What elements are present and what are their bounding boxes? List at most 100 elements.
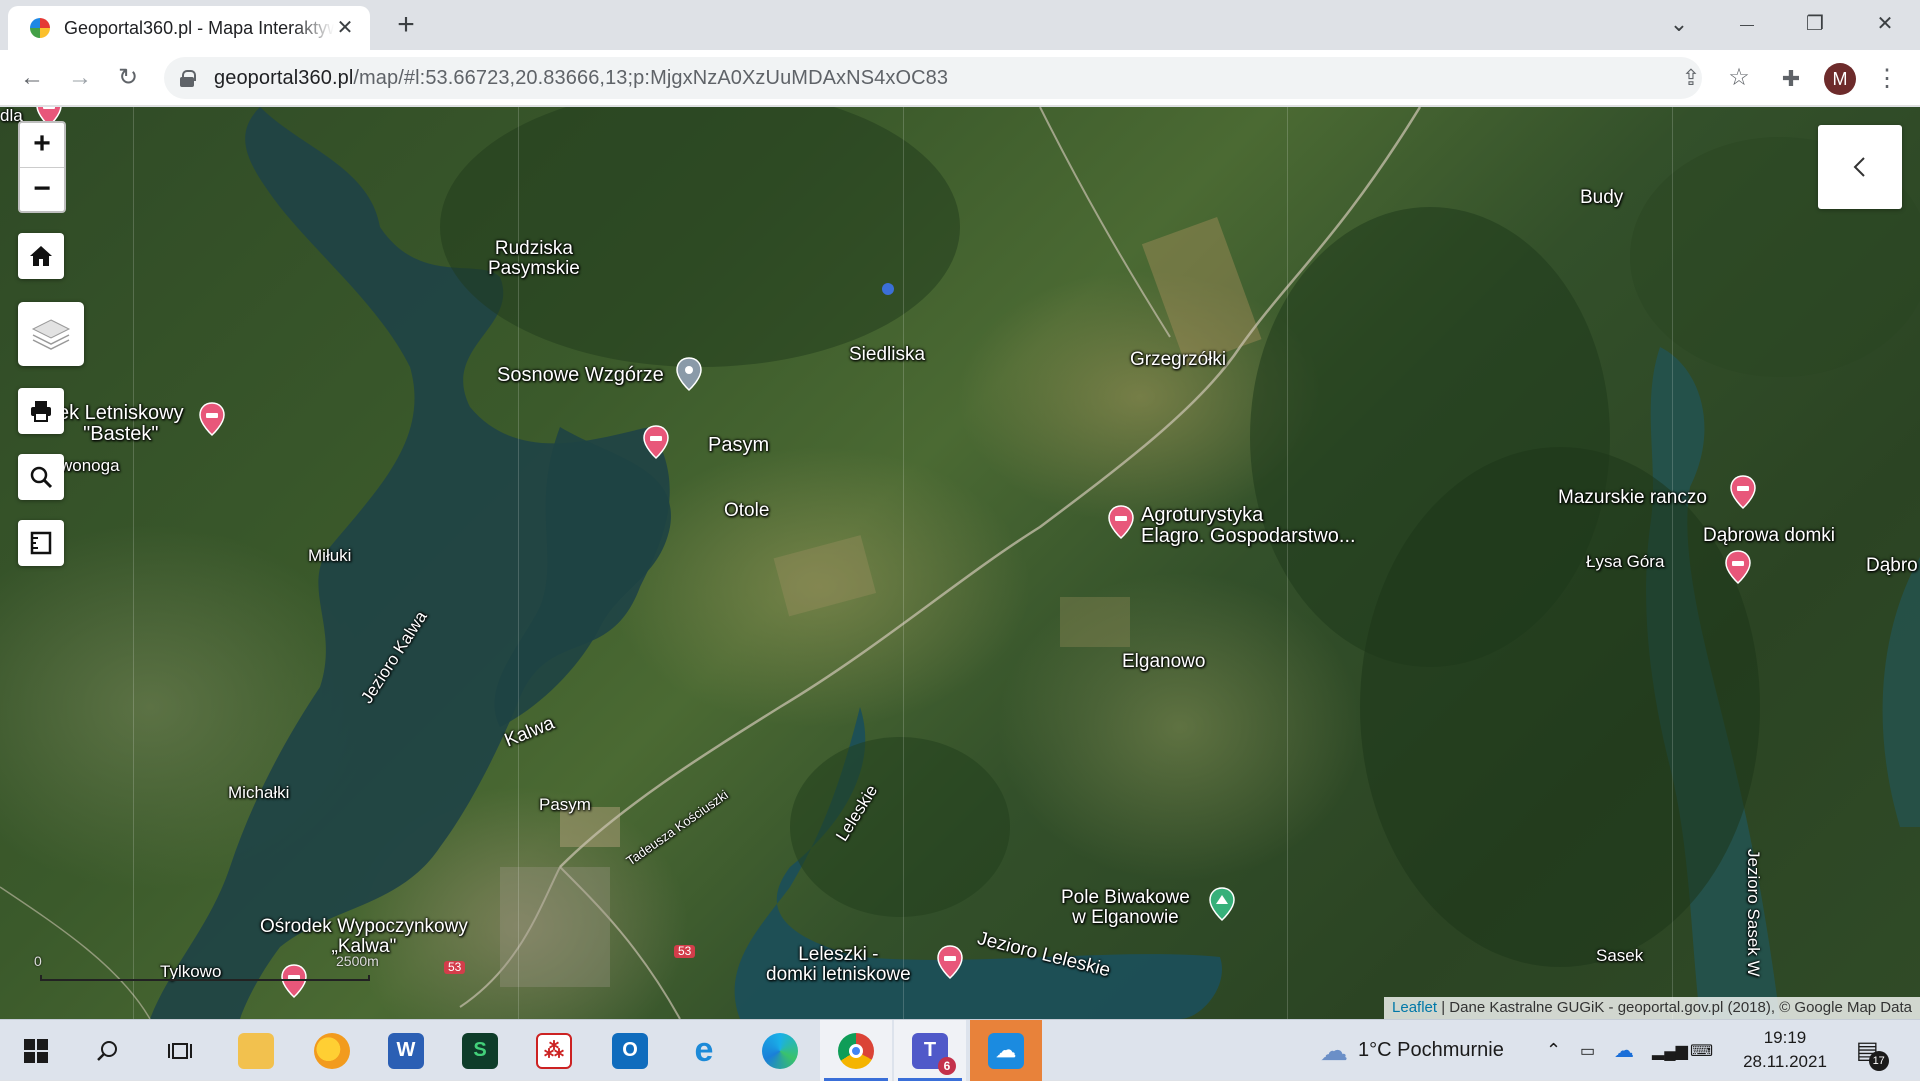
map-label-wonoga: wonoga: [60, 456, 120, 475]
clock[interactable]: 19:19 28.11.2021: [1740, 1026, 1830, 1074]
grid-line: [1287, 107, 1288, 1019]
close-tab-icon[interactable]: ✕: [334, 17, 356, 39]
file-explorer-app[interactable]: [220, 1020, 292, 1081]
battery-icon[interactable]: ▭: [1580, 1020, 1595, 1081]
layers-icon: [31, 319, 71, 350]
sidebar-toggle-button[interactable]: [1818, 125, 1902, 209]
start-button[interactable]: [0, 1020, 72, 1081]
keyboard-icon[interactable]: ⌨: [1690, 1020, 1713, 1081]
lodging-pin-icon[interactable]: [1108, 505, 1134, 539]
layers-button[interactable]: [18, 302, 84, 366]
map-label-rudziska: Rudziska Pasymskie: [488, 238, 580, 279]
share-icon[interactable]: ⇪: [1678, 65, 1704, 91]
browser-tab[interactable]: Geoportal360.pl - Mapa Interaktywna ✕: [8, 6, 370, 50]
lodging-pin-icon[interactable]: [1730, 475, 1756, 509]
lodging-pin-icon[interactable]: [1725, 550, 1751, 584]
cloud-weather-icon: ☁: [1320, 1035, 1348, 1066]
edge-icon: [762, 1032, 798, 1069]
leaflet-link[interactable]: Leaflet: [1392, 999, 1437, 1016]
outlook-icon: O: [612, 1032, 648, 1069]
word-app[interactable]: W: [370, 1020, 442, 1081]
map-canvas[interactable]: dla Rudziska Pasymskie Sosnowe Wzgórze S…: [0, 107, 1920, 1019]
attribution-text: | Dane Kastralne GUGiK - geoportal.gov.p…: [1437, 999, 1912, 1016]
tab-search-chevron-icon[interactable]: ⌄: [1656, 6, 1702, 42]
lodging-pin-icon[interactable]: [281, 964, 307, 998]
map-label-michalki: Michałki: [228, 783, 290, 802]
ruler-icon: [30, 531, 52, 555]
measure-button[interactable]: [18, 520, 64, 566]
new-tab-button[interactable]: +: [390, 10, 422, 42]
zoom-control: + −: [18, 121, 66, 213]
weather-widget[interactable]: ☁ 1°C Pochmurnie: [1320, 1020, 1504, 1081]
lock-icon[interactable]: [180, 70, 196, 87]
campsite-pin-icon[interactable]: [1209, 887, 1235, 921]
tray-expand-chevron-icon[interactable]: ⌃: [1546, 1020, 1561, 1081]
lodging-pin-icon[interactable]: [937, 945, 963, 979]
scale-label-max: 2500m: [336, 953, 379, 969]
map-label-leleszki: Leleszki - domki letniskowe: [766, 944, 911, 985]
map-label-dabrowa-domki: Dąbrowa domki: [1703, 525, 1835, 546]
menu-kebab-icon[interactable]: ⋮: [1872, 64, 1902, 94]
task-view-button[interactable]: [144, 1020, 216, 1081]
tab-title: Geoportal360.pl - Mapa Interaktywna: [64, 17, 334, 38]
road-shield-53: 53: [444, 961, 466, 974]
print-button[interactable]: [18, 388, 64, 434]
close-window-button[interactable]: ✕: [1862, 6, 1908, 42]
location-pin-icon[interactable]: [676, 357, 702, 391]
map-label-mazurskie-ranczo: Mazurskie ranczo: [1558, 487, 1707, 508]
map-label-osrodek-kalwa: Ośrodek Wypoczynkowy „Kalwa": [260, 916, 468, 957]
forward-arrow-icon[interactable]: →: [64, 62, 96, 94]
restore-button[interactable]: ❐: [1792, 6, 1838, 42]
map-label-bastek: ek Letniskowy "Bastek": [58, 402, 184, 445]
onedrive-app[interactable]: ☁: [970, 1020, 1042, 1081]
url-text: geoportal360.pl/map/#l:53.66723,20.83666…: [214, 66, 949, 89]
windows-logo-icon: [24, 1038, 48, 1063]
search-icon: [30, 466, 53, 489]
map-label-sosnowe-wzgorze: Sosnowe Wzgórze: [497, 364, 664, 386]
profile-avatar[interactable]: M: [1824, 63, 1856, 95]
internet-explorer-app[interactable]: e: [668, 1020, 740, 1081]
home-button[interactable]: [18, 233, 64, 279]
back-arrow-icon[interactable]: ←: [16, 62, 48, 94]
notification-count: 17: [1868, 1051, 1889, 1071]
weather-app[interactable]: [296, 1020, 368, 1081]
internet-explorer-icon: e: [694, 1031, 714, 1069]
extensions-puzzle-icon[interactable]: ✚: [1776, 64, 1806, 94]
network-icon[interactable]: ▂▄▆: [1652, 1020, 1688, 1081]
clock-date: 28.11.2021: [1743, 1052, 1827, 1071]
map-label-budy: Budy: [1580, 187, 1624, 208]
map-label-pasym-poi: Pasym: [708, 434, 770, 456]
edge-app[interactable]: [744, 1020, 816, 1081]
s-app[interactable]: S: [444, 1020, 516, 1081]
map-label-pasym-town: Pasym: [539, 795, 591, 814]
map-label-agroturystyka: Agroturystyka Elagro. Gospodarstwo...: [1141, 504, 1356, 547]
map-attribution: Leaflet | Dane Kastralne GUGiK - geoport…: [1384, 997, 1920, 1019]
lodging-pin-icon[interactable]: [199, 402, 225, 436]
outlook-app[interactable]: O: [594, 1020, 666, 1081]
grid-line: [133, 107, 134, 1019]
browser-toolbar: ← → ↻ geoportal360.pl/map/#l:53.66723,20…: [0, 50, 1920, 106]
bookmark-star-icon[interactable]: ☆: [1726, 65, 1752, 91]
chrome-icon: [838, 1032, 874, 1069]
notification-center-button[interactable]: ▤ 17: [1856, 1020, 1889, 1081]
windows-taskbar: W S ⁂ O e T 6 ☁ ☁ 1°C Pochmurnie ⌃ ▭ ☁ ▂…: [0, 1019, 1920, 1081]
taskbar-search-button[interactable]: [72, 1020, 144, 1081]
pdf-app[interactable]: ⁂: [518, 1020, 590, 1081]
search-button[interactable]: [18, 454, 64, 500]
address-bar[interactable]: geoportal360.pl/map/#l:53.66723,20.83666…: [164, 57, 1750, 99]
minimize-button[interactable]: —: [1724, 6, 1770, 42]
chrome-app[interactable]: [820, 1020, 892, 1081]
teams-app[interactable]: T 6: [894, 1020, 966, 1081]
grid-line: [1672, 107, 1673, 1019]
teams-badge: 6: [938, 1056, 956, 1075]
zoom-out-button[interactable]: −: [20, 167, 64, 211]
map-label-jezioro-sasek: Jezioro Sasek W: [1744, 849, 1763, 977]
lodging-pin-icon[interactable]: [643, 425, 669, 459]
zoom-in-button[interactable]: +: [20, 123, 64, 167]
road-shield-53: 53: [674, 945, 696, 958]
map-label-elganowo: Elganowo: [1122, 651, 1206, 672]
reload-icon[interactable]: ↻: [112, 62, 144, 94]
scale-label-zero: 0: [34, 953, 42, 969]
printer-icon: [31, 401, 51, 422]
onedrive-tray-icon[interactable]: ☁: [1614, 1020, 1634, 1081]
